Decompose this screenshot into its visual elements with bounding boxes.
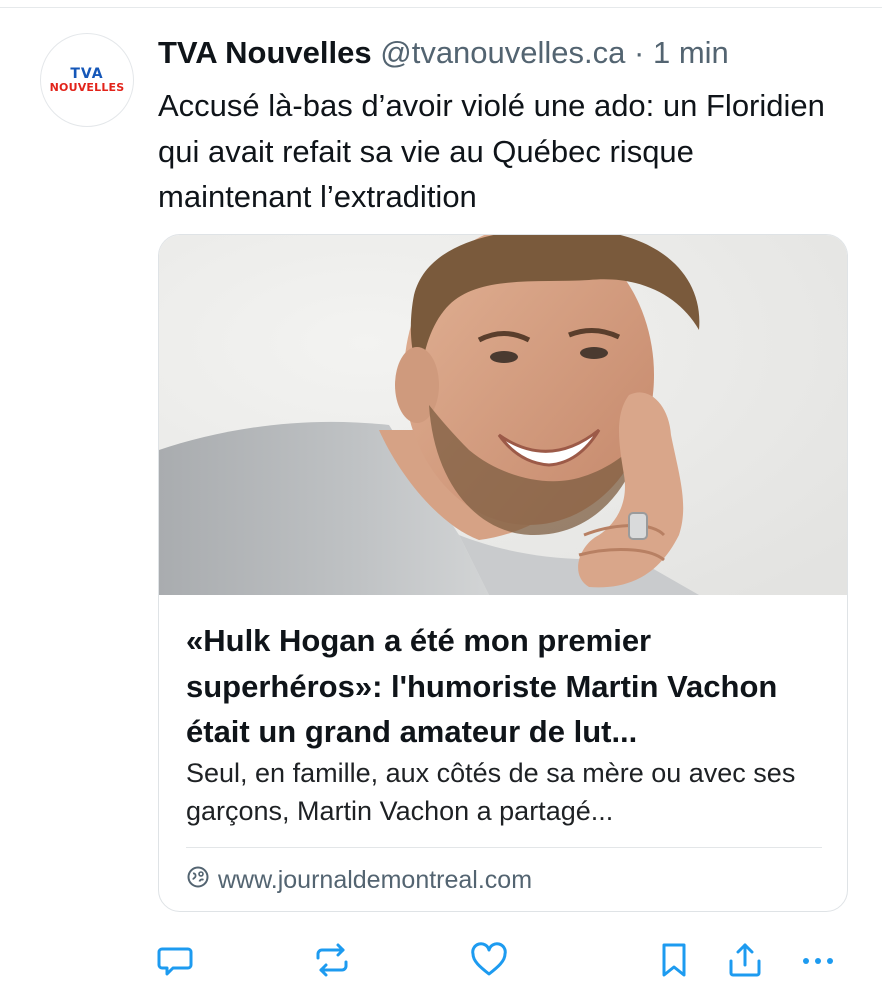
tweet-text: Accusé là-bas d’avoir violé une ado: un …	[158, 88, 825, 214]
action-bar	[0, 940, 882, 980]
card-title[interactable]: «Hulk Hogan a été mon premier superhéros…	[186, 618, 826, 755]
reply-icon[interactable]	[155, 940, 195, 980]
separator-dot: ·	[634, 35, 645, 70]
avatar-logo-top: TVA	[70, 65, 104, 82]
share-icon[interactable]	[725, 940, 765, 980]
card-divider	[186, 847, 822, 848]
more-icon[interactable]	[798, 940, 838, 980]
card-image[interactable]	[159, 235, 848, 595]
tweet-header: TVA Nouvelles @tvanouvelles.ca · 1 min	[158, 30, 729, 78]
retweet-icon[interactable]	[312, 940, 352, 980]
user-handle[interactable]: @tvanouvelles.ca	[380, 35, 625, 70]
display-name[interactable]: TVA Nouvelles	[158, 35, 372, 70]
card-domain-row[interactable]: www.journaldemontreal.com	[186, 863, 532, 897]
top-divider	[0, 7, 882, 8]
card-description: Seul, en famille, aux côtés de sa mère o…	[186, 758, 796, 826]
avatar-logo-bottom: NOUVELLES	[49, 80, 125, 94]
avatar[interactable]: TVA NOUVELLES	[40, 33, 134, 127]
timestamp[interactable]: 1 min	[653, 35, 729, 70]
card-domain: www.journaldemontreal.com	[218, 865, 533, 894]
like-icon[interactable]	[469, 940, 509, 980]
bookmark-icon[interactable]	[654, 940, 694, 980]
link-card[interactable]: «Hulk Hogan a été mon premier superhéros…	[158, 234, 848, 912]
link-globe-icon	[186, 865, 210, 896]
